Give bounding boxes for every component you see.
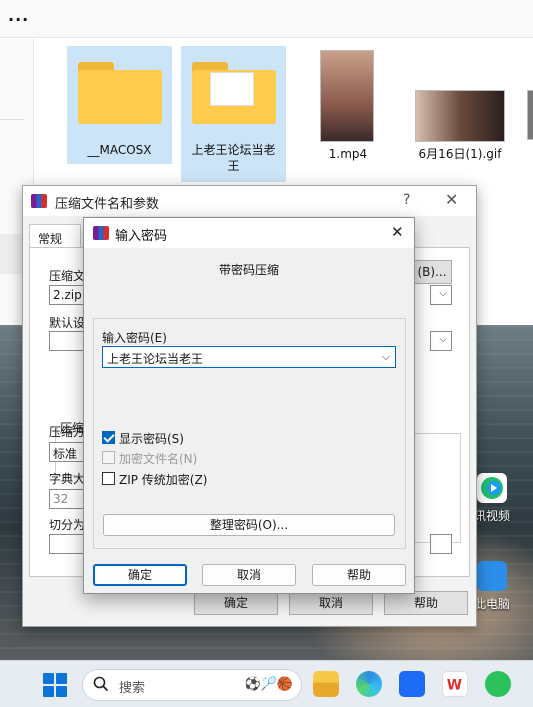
search-highlight-icon: ⚽🏸🏀 bbox=[244, 677, 293, 692]
file-item-folder[interactable]: 上老王论坛当老王 bbox=[181, 46, 286, 182]
encrypt-filenames-label: 加密文件名(N) bbox=[119, 452, 198, 466]
archive-ok-button[interactable]: 确定 bbox=[194, 591, 278, 615]
archive-name-dropdown-right[interactable]: ⌵ bbox=[430, 285, 452, 305]
search-placeholder: 搜索 bbox=[119, 681, 146, 696]
split-volumes-right[interactable] bbox=[430, 534, 452, 554]
image-thumbnail bbox=[415, 90, 505, 142]
split-volumes-label: 切分为 bbox=[49, 518, 86, 532]
search-icon bbox=[93, 676, 109, 692]
help-button[interactable]: 帮助 bbox=[312, 564, 406, 586]
taskbar-search-box[interactable]: 搜索 ⚽🏸🏀 bbox=[82, 669, 302, 701]
update-mode-dropdown[interactable]: ⌵ bbox=[430, 331, 452, 351]
file-item-video[interactable]: 1.mp4 bbox=[303, 46, 393, 164]
file-item-gif[interactable]: 6月16日(1).gif bbox=[405, 46, 515, 164]
file-name: __MACOSX bbox=[87, 143, 152, 157]
chevron-down-icon[interactable]: ⌵ bbox=[382, 350, 390, 364]
archive-name-label: 压缩文 bbox=[49, 269, 86, 283]
encrypt-filenames-checkbox[interactable] bbox=[102, 451, 115, 464]
file-explorer-icon[interactable] bbox=[313, 671, 339, 697]
tab-general[interactable]: 常规 bbox=[29, 224, 81, 248]
password-dialog-heading: 带密码压缩 bbox=[218, 263, 279, 277]
video-thumbnail bbox=[320, 50, 374, 142]
svg-text:W: W bbox=[447, 678, 462, 694]
wechat-icon[interactable] bbox=[485, 671, 511, 697]
show-password-label: 显示密码(S) bbox=[119, 432, 184, 446]
archive-cancel-button[interactable]: 取消 bbox=[289, 591, 373, 615]
help-icon[interactable]: ? bbox=[403, 192, 410, 208]
password-dialog-titlebar[interactable]: 输入密码 ✕ bbox=[84, 218, 414, 248]
more-options-button[interactable]: ... bbox=[8, 6, 29, 25]
password-input[interactable]: 上老王论坛当老王 ⌵ bbox=[102, 346, 396, 368]
file-name: 6月16日(1).gif bbox=[418, 147, 502, 161]
password-dialog: 输入密码 ✕ 带密码压缩 输入密码(E) 上老王论坛当老王 ⌵ 显示密码(S) … bbox=[83, 217, 415, 594]
ok-button[interactable]: 确定 bbox=[93, 564, 187, 586]
taskbar: 搜索 ⚽🏸🏀 W bbox=[0, 660, 533, 707]
chevron-down-icon: ⌵ bbox=[439, 334, 447, 345]
explorer-toolbar: ... bbox=[0, 0, 533, 38]
close-icon[interactable]: ✕ bbox=[445, 190, 458, 209]
cancel-button[interactable]: 取消 bbox=[202, 564, 296, 586]
close-icon[interactable]: ✕ bbox=[391, 223, 404, 241]
feishu-icon[interactable] bbox=[399, 671, 425, 697]
wps-icon[interactable]: W bbox=[442, 671, 468, 697]
edge-icon[interactable] bbox=[356, 671, 382, 697]
password-input-value: 上老王论坛当老王 bbox=[107, 352, 204, 366]
file-name: 上老王论坛当老王 bbox=[191, 143, 276, 173]
organize-passwords-button[interactable]: 整理密码(O)... bbox=[103, 514, 395, 536]
browse-button[interactable]: (B)... bbox=[412, 260, 452, 284]
winrar-icon bbox=[93, 226, 109, 240]
folder-icon bbox=[77, 62, 162, 124]
password-field-label: 输入密码(E) bbox=[102, 331, 167, 345]
file-name: 1.mp4 bbox=[328, 147, 368, 161]
windows-start-icon[interactable] bbox=[43, 673, 67, 697]
default-profile-label: 默认设 bbox=[49, 316, 86, 330]
file-item-macosx[interactable]: __MACOSX bbox=[67, 46, 172, 164]
dictionary-size-label: 字典大 bbox=[49, 472, 86, 486]
zip-legacy-checkbox[interactable] bbox=[102, 472, 115, 485]
zip-legacy-label: ZIP 传统加密(Z) bbox=[119, 473, 208, 487]
compression-method-label: 压缩方 bbox=[49, 425, 86, 439]
archive-dialog-title: 压缩文件名和参数 bbox=[55, 197, 160, 212]
tencent-video-icon bbox=[477, 473, 507, 503]
chevron-down-icon: ⌵ bbox=[439, 288, 447, 299]
show-password-checkbox[interactable] bbox=[102, 431, 115, 444]
computer-icon bbox=[477, 561, 507, 591]
archive-help-button[interactable]: 帮助 bbox=[384, 591, 468, 615]
nav-divider bbox=[0, 119, 24, 120]
password-dialog-title: 输入密码 bbox=[115, 229, 168, 244]
winrar-icon bbox=[31, 194, 47, 208]
folder-icon bbox=[191, 62, 276, 124]
image-thumbnail-partial bbox=[527, 90, 533, 140]
archive-dialog-titlebar[interactable]: 压缩文件名和参数 ? ✕ bbox=[23, 186, 476, 216]
